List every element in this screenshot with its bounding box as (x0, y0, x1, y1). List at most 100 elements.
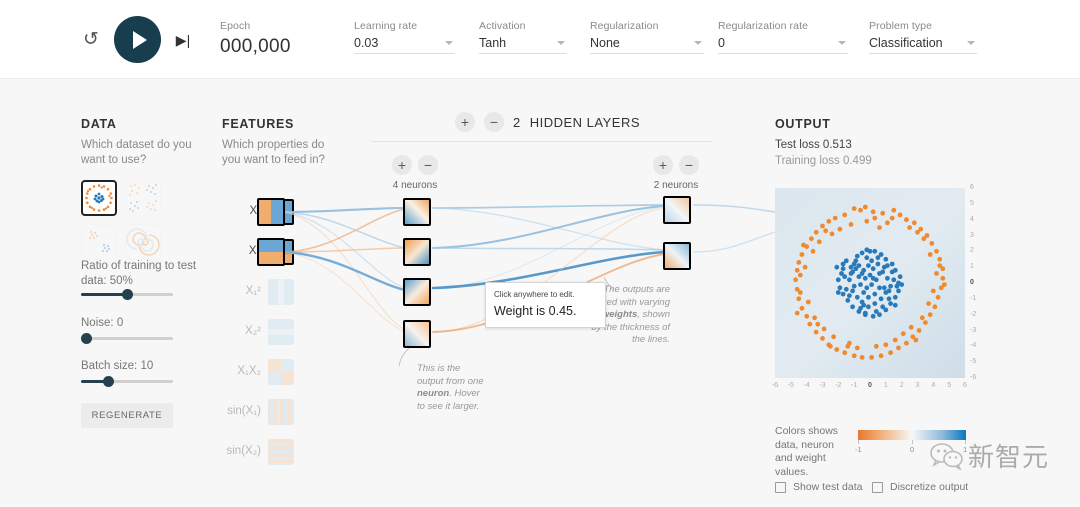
add-neuron-layer-1-button[interactable]: + (392, 155, 412, 175)
epoch-display: Epoch 000,000 (220, 20, 291, 58)
regularization-rate-select[interactable]: 0 (718, 36, 848, 54)
play-button[interactable] (114, 16, 161, 63)
feature-sin-x1[interactable]: sin(X₁) (222, 399, 294, 425)
regenerate-button[interactable]: REGENERATE (81, 403, 173, 428)
output-scatter-plot[interactable] (775, 188, 965, 378)
connector-icon (689, 253, 691, 261)
hidden-node-1-1[interactable] (403, 198, 431, 226)
connector-icon (429, 331, 431, 339)
hidden-node-1-4[interactable] (403, 320, 431, 348)
noise-slider-label: Noise: 0 (81, 316, 201, 331)
feature-thumb-sin-x1[interactable] (268, 399, 294, 425)
connector-icon (689, 207, 691, 215)
add-neuron-layer-2-button[interactable]: + (653, 155, 673, 175)
reset-icon[interactable]: ↺ (80, 29, 102, 51)
slider-knob[interactable] (81, 333, 92, 344)
feature-label: X₂² (245, 326, 261, 338)
checkbox-icon[interactable] (872, 482, 883, 493)
checkbox-icon[interactable] (775, 482, 786, 493)
noise-slider[interactable] (81, 331, 173, 345)
batch-size-slider[interactable] (81, 374, 173, 388)
show-test-data-label: Show test data (793, 481, 862, 493)
y-axis-tick: 2 (970, 247, 984, 254)
hidden-node-2-1[interactable] (663, 196, 691, 224)
top-toolbar: ↺ ▶| Epoch 000,000 Learning rate 0.03 Ac… (0, 0, 1080, 79)
batch-value-text: 10 (140, 360, 153, 372)
weight-tooltip[interactable]: Click anywhere to edit. Weight is 0.45. (485, 282, 606, 328)
input-node-x2[interactable] (257, 238, 285, 266)
watermark: 新智元 (930, 437, 1049, 474)
hidden-node-2-2[interactable] (663, 242, 691, 270)
activation-select[interactable]: Tanh (479, 36, 567, 54)
hidden-node-1-3[interactable] (403, 278, 431, 306)
feature-thumb-x1-squared[interactable] (268, 279, 294, 305)
feature-label: X₁X₂ (237, 366, 261, 378)
slider-knob[interactable] (122, 289, 133, 300)
feature-sin-x2[interactable]: sin(X₂) (222, 439, 294, 465)
learning-rate-select[interactable]: 0.03 (354, 36, 455, 54)
x-axis-tick: 4 (927, 382, 939, 389)
epoch-label: Epoch (220, 20, 291, 32)
chevron-down-icon (967, 41, 975, 45)
y-axis-tick: -6 (970, 374, 984, 381)
add-layer-button[interactable]: + (455, 112, 475, 132)
regularization-value: None (590, 36, 704, 50)
slider-fill (81, 293, 127, 296)
x-axis-tick: -3 (817, 382, 829, 389)
bias-indicator[interactable] (403, 224, 405, 226)
connector-icon (292, 250, 294, 258)
input-node-x1[interactable] (257, 198, 285, 226)
connector-icon (429, 209, 431, 217)
hidden-node-1-2[interactable] (403, 238, 431, 266)
remove-layer-button[interactable]: − (484, 112, 504, 132)
x-axis-tick: 1 (880, 382, 892, 389)
bias-indicator[interactable] (663, 222, 665, 224)
step-forward-icon[interactable]: ▶| (173, 30, 193, 50)
x-axis-tick: 0 (864, 382, 876, 389)
show-test-data-checkbox[interactable]: Show test data (775, 481, 862, 493)
dataset-spiral-thumb[interactable] (125, 224, 161, 260)
annotation-neuron-output: This is the output from one neuron. Hove… (417, 363, 489, 413)
tooltip-hint: Click anywhere to edit. (494, 290, 597, 299)
feature-thumb-sin-x2[interactable] (268, 439, 294, 465)
feature-label: sin(X₁) (227, 406, 261, 418)
y-axis-tick: 3 (970, 232, 984, 239)
problem-type-select[interactable]: Classification (869, 36, 977, 54)
discretize-output-checkbox[interactable]: Discretize output (872, 481, 968, 493)
hidden-layer-count: 2 (513, 115, 521, 130)
activation-label: Activation (479, 20, 567, 32)
connector-icon (429, 249, 431, 257)
dataset-xor-thumb[interactable] (125, 180, 161, 216)
discretize-output-label: Discretize output (890, 481, 968, 493)
bias-indicator[interactable] (403, 264, 405, 266)
hidden-layers-label: HIDDEN LAYERS (530, 115, 640, 130)
dataset-gaussian-thumb[interactable] (81, 224, 117, 260)
remove-neuron-layer-1-button[interactable]: − (418, 155, 438, 175)
x-axis-tick: 6 (959, 382, 971, 389)
remove-neuron-layer-2-button[interactable]: − (679, 155, 699, 175)
dataset-circle-thumb[interactable] (81, 180, 117, 216)
feature-x1x2[interactable]: X₁X₂ (222, 359, 294, 385)
hidden-layers-header: + − 2 HIDDEN LAYERS (455, 112, 640, 132)
problem-type-label: Problem type (869, 20, 977, 32)
feature-x2-squared[interactable]: X₂² (222, 319, 294, 345)
batch-size-slider-label: Batch size: 10 (81, 359, 201, 374)
feature-thumb-x2-squared[interactable] (268, 319, 294, 345)
regularization-select[interactable]: None (590, 36, 704, 54)
y-axis-tick: -1 (970, 295, 984, 302)
connector-icon (283, 249, 285, 257)
output-panel-title: OUTPUT (775, 117, 831, 131)
bias-indicator[interactable] (403, 346, 405, 348)
x-axis-tick: 2 (896, 382, 908, 389)
feature-thumb-x1x2[interactable] (268, 359, 294, 385)
y-axis-tick: 1 (970, 263, 984, 270)
feature-x1-squared[interactable]: X₁² (222, 279, 294, 305)
regularization-rate-field: Regularization rate 0 (718, 20, 848, 54)
bias-indicator[interactable] (663, 268, 665, 270)
bias-indicator[interactable] (403, 304, 405, 306)
ratio-slider[interactable] (81, 287, 173, 301)
y-axis-tick: -3 (970, 327, 984, 334)
regularization-label: Regularization (590, 20, 704, 32)
slider-knob[interactable] (103, 376, 114, 387)
layer-2-neuron-count: 2 neurons (654, 180, 698, 191)
